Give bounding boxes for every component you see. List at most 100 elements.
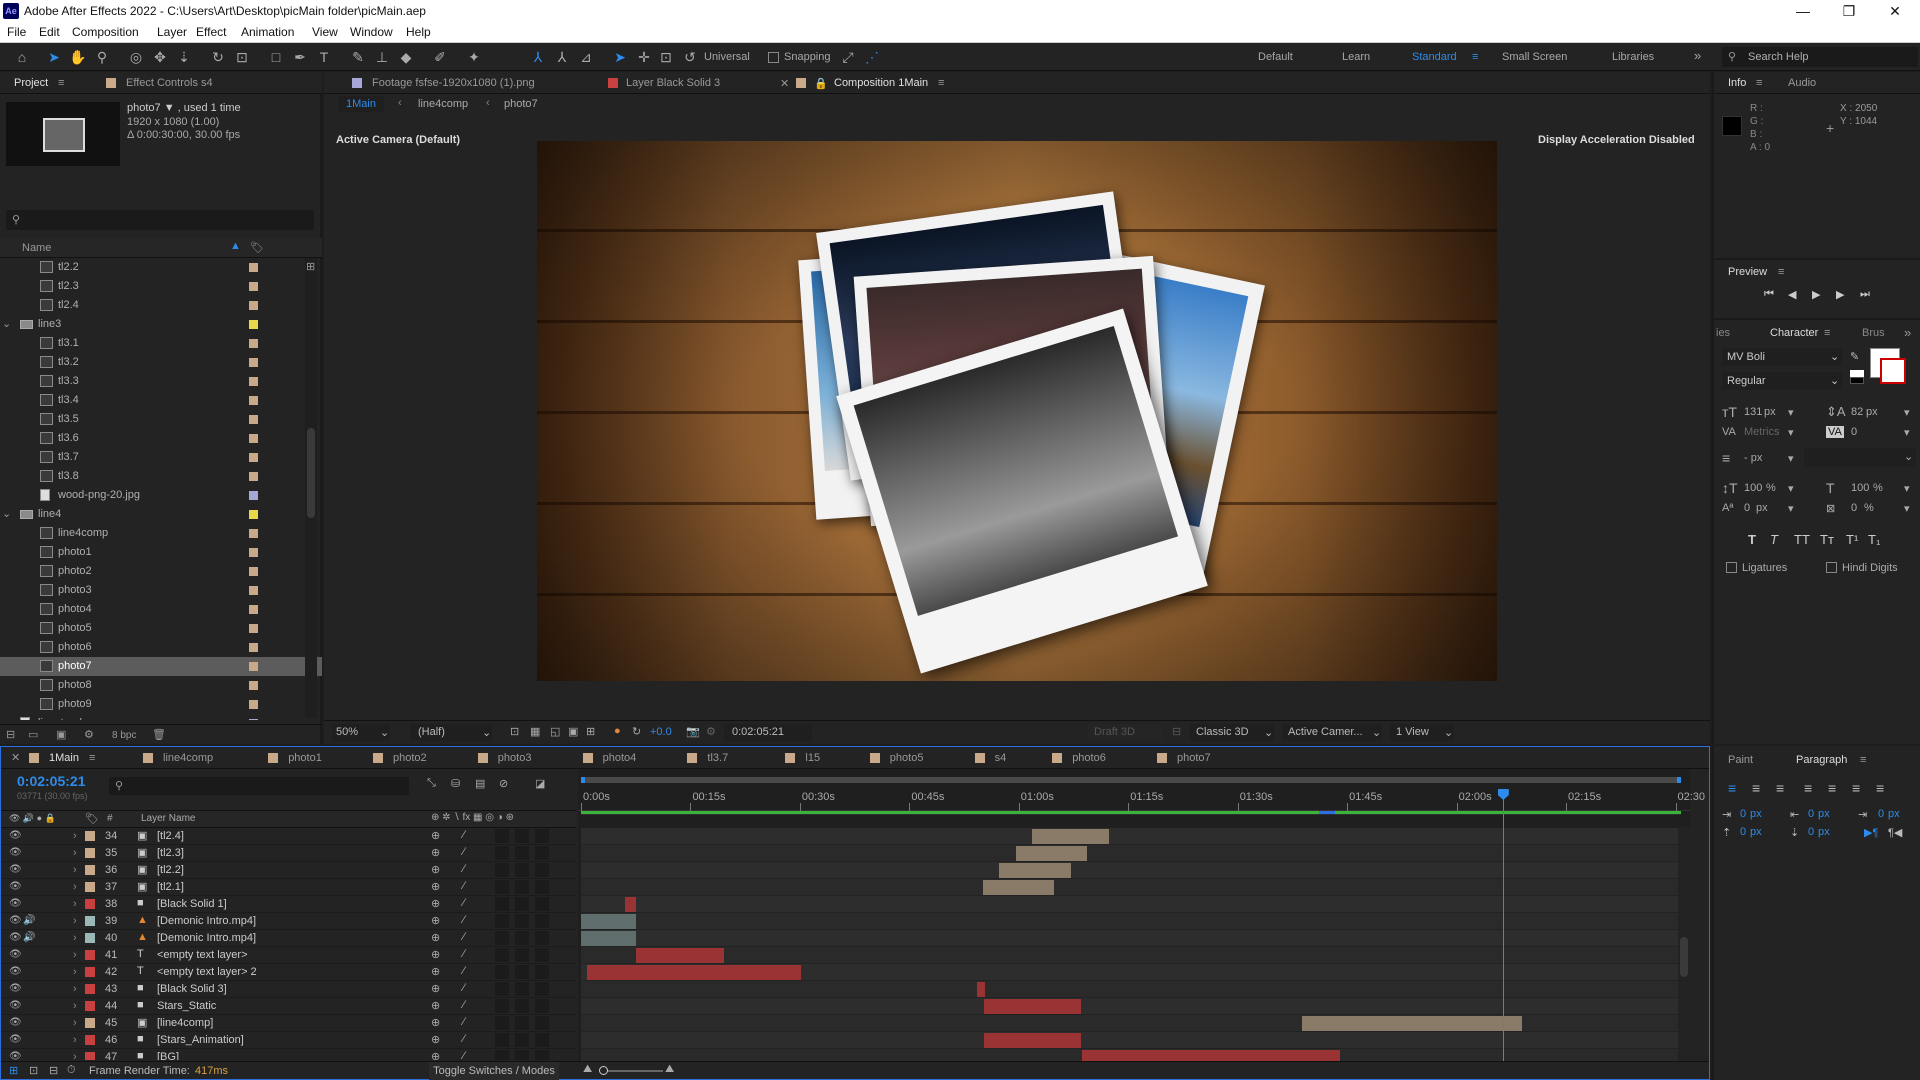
layer-duration-bar[interactable] — [625, 897, 636, 912]
label-swatch[interactable] — [249, 548, 258, 557]
stroke-width-value[interactable]: - px — [1744, 452, 1762, 464]
label-column-icon[interactable]: 🏷 — [250, 241, 264, 254]
project-item[interactable]: photo3 — [0, 581, 322, 600]
reset-exposure-icon[interactable]: ↻ — [632, 725, 641, 738]
chevron-down-icon[interactable]: ▾ — [1904, 406, 1910, 419]
menu-file[interactable]: File — [7, 25, 26, 39]
align-center-icon[interactable]: ≡ — [1752, 780, 1760, 796]
layer-label-swatch[interactable] — [85, 984, 95, 994]
adjustment-switch[interactable] — [515, 1033, 529, 1047]
label-swatch[interactable] — [249, 377, 258, 386]
menu-help[interactable]: Help — [406, 25, 431, 39]
visibility-eye-icon[interactable]: 👁 — [9, 983, 22, 994]
stroke-style-select[interactable]: ⌄ — [1804, 448, 1916, 466]
label-swatch[interactable] — [249, 320, 258, 329]
workspace-menu-icon[interactable]: ≡ — [1472, 51, 1478, 63]
motion-blur-switch[interactable] — [495, 897, 509, 911]
shy-switch-icon[interactable]: ⊕ — [431, 965, 440, 978]
snapping-label[interactable]: Snapping — [784, 51, 831, 63]
shy-switch-icon[interactable]: ⊕ — [431, 914, 440, 927]
expand-chevron-icon[interactable]: › — [73, 1000, 77, 1012]
layer-name[interactable]: [tl2.2] — [157, 864, 184, 876]
label-swatch[interactable] — [249, 529, 258, 538]
trash-icon[interactable]: 🗑 — [152, 728, 166, 741]
layer-name[interactable]: [Stars_Animation] — [157, 1034, 244, 1046]
adjustment-switch[interactable] — [515, 965, 529, 979]
project-item[interactable]: photo8 — [0, 676, 322, 695]
tab-properties[interactable]: ies — [1716, 327, 1730, 339]
chevron-down-icon[interactable]: ▾ — [1788, 482, 1794, 495]
paragraph-menu-icon[interactable]: ≡ — [1860, 754, 1866, 766]
workspace-standard[interactable]: Standard — [1412, 51, 1457, 63]
label-swatch[interactable] — [249, 453, 258, 462]
workspace-default[interactable]: Default — [1258, 51, 1293, 63]
label-swatch[interactable] — [249, 339, 258, 348]
adjustment-switch[interactable] — [515, 863, 529, 877]
menu-view[interactable]: View — [312, 25, 338, 39]
layer-duration-bar[interactable] — [977, 982, 985, 997]
toggle-switches-modes-button[interactable]: Toggle Switches / Modes — [429, 1062, 559, 1080]
current-time-indicator[interactable]: 0:02:05:21 — [17, 773, 86, 789]
project-item[interactable]: photo1 — [0, 543, 322, 562]
workspace-overflow-icon[interactable]: » — [1694, 48, 1701, 63]
play-icon[interactable]: ▶ — [1812, 288, 1820, 301]
hindi-digits-label[interactable]: Hindi Digits — [1842, 562, 1898, 574]
indent-right-value[interactable]: 0 — [1878, 808, 1884, 820]
font-family-select[interactable]: MV Boli ⌄ — [1722, 348, 1842, 366]
graph-editor-icon[interactable]: ◪ — [535, 777, 545, 790]
leading-value[interactable]: 82 — [1851, 406, 1863, 418]
flowchart-icon[interactable]: ⊞ — [306, 260, 315, 273]
horizontal-scale-value[interactable]: 100 — [1851, 482, 1869, 494]
layer-row[interactable]: 👁 › 37 ▣ [tl2.1] ⊕ ∕ — [1, 879, 576, 896]
composition-canvas[interactable] — [537, 141, 1497, 681]
universal-scale-icon[interactable]: ⊡ — [656, 47, 676, 67]
menu-animation[interactable]: Animation — [241, 25, 294, 39]
audio-icon[interactable]: 🔊 — [23, 932, 35, 943]
timeline-tab[interactable]: photo7 — [1177, 752, 1211, 764]
expand-chevron-icon[interactable]: › — [73, 1017, 77, 1029]
3d-layer-switch[interactable] — [535, 846, 549, 860]
resolution-select[interactable]: (Half) ⌄ — [410, 724, 492, 741]
stroke-color-swatch[interactable] — [1880, 358, 1906, 384]
label-swatch[interactable] — [249, 605, 258, 614]
label-swatch[interactable] — [249, 491, 258, 500]
expand-chevron-icon[interactable]: › — [73, 864, 77, 876]
previous-frame-icon[interactable]: ◀ — [1788, 288, 1796, 301]
project-item[interactable]: tl3.6 — [0, 429, 322, 448]
shy-switch-icon[interactable]: ⊕ — [431, 829, 440, 842]
3d-layer-switch[interactable] — [535, 982, 549, 996]
ligatures-checkbox[interactable] — [1726, 562, 1737, 573]
chevron-down-icon[interactable]: ⌄ — [2, 507, 11, 520]
timeline-tab[interactable]: l15 — [805, 752, 820, 764]
color-channels-icon[interactable]: ● — [614, 725, 621, 737]
rotate-tool-icon[interactable]: ↻ — [208, 47, 228, 67]
3d-layer-switch[interactable] — [535, 897, 549, 911]
universal-rotate-icon[interactable]: ↺ — [680, 47, 700, 67]
layer-label-swatch[interactable] — [85, 848, 95, 858]
layer-duration-bar[interactable] — [581, 931, 636, 946]
expand-chevron-icon[interactable]: › — [73, 847, 77, 859]
menu-composition[interactable]: Composition — [72, 25, 139, 39]
zoom-in-icon[interactable]: ⛰ — [665, 1063, 674, 1076]
type-tool-icon[interactable]: T — [314, 47, 334, 67]
close-tab-icon[interactable]: ✕ — [780, 77, 789, 90]
3d-ground-plane-icon[interactable]: ⊟ — [1172, 725, 1181, 738]
project-item[interactable]: linestand.png — [0, 714, 322, 720]
align-right-icon[interactable]: ≡ — [1776, 780, 1784, 796]
hindi-digits-checkbox[interactable] — [1826, 562, 1837, 573]
3d-view-select[interactable]: Active Camer... ⌄ — [1282, 724, 1382, 741]
adjustment-switch[interactable] — [515, 914, 529, 928]
local-axis-icon[interactable]: ⅄ — [528, 47, 548, 67]
superscript-button[interactable]: T¹ — [1846, 532, 1858, 547]
home-icon[interactable]: ⌂ — [12, 47, 32, 67]
justify-all-icon[interactable]: ≡ — [1876, 780, 1884, 796]
layer-row[interactable]: 👁 › 34 ▣ [tl2.4] ⊕ ∕ — [1, 828, 576, 845]
new-comp-icon[interactable]: ▣ — [56, 728, 66, 741]
hide-shy-icon[interactable]: ▤ — [475, 777, 485, 790]
project-item[interactable]: photo4 — [0, 600, 322, 619]
small-caps-button[interactable]: Tт — [1820, 532, 1834, 547]
motion-blur-switch[interactable] — [495, 999, 509, 1013]
layer-row[interactable]: 👁 › 43 ■ [Black Solid 3] ⊕ ∕ — [1, 981, 576, 998]
menu-edit[interactable]: Edit — [39, 25, 60, 39]
layer-name[interactable]: [BG] — [157, 1051, 179, 1060]
